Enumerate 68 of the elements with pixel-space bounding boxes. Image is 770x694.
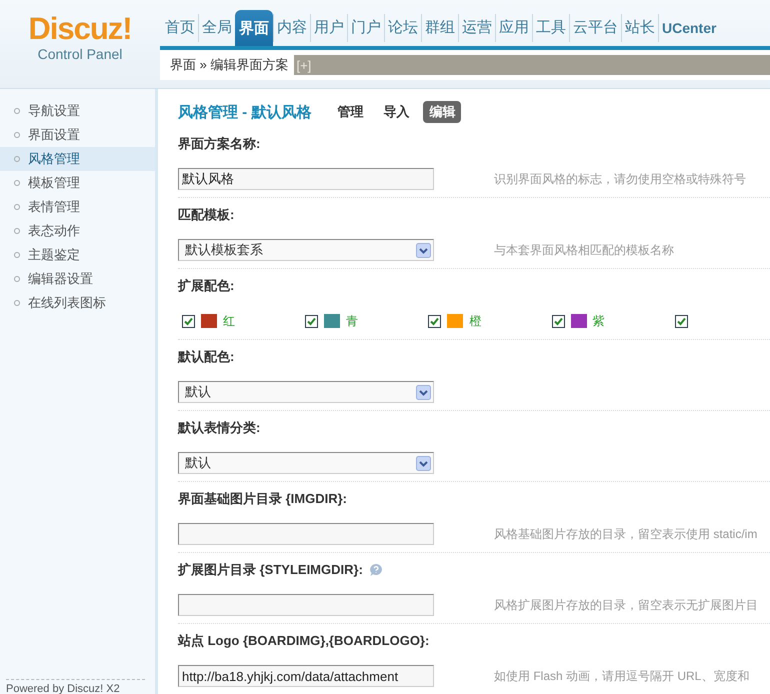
field-label: 扩展图片目录 {STYLEIMGDIR}: [178,561,363,579]
sidebar-item[interactable]: 界面设置 [0,123,155,147]
footer-text: Powered by Discuz! X2 [6,679,145,694]
nav-tab[interactable]: 应用 [495,14,532,42]
checkbox[interactable] [305,314,318,328]
bullet-icon [14,228,20,234]
text-field[interactable] [178,594,434,616]
color-label: 橙 [469,312,482,330]
sidebar-item[interactable]: 风格管理 [0,147,155,171]
checkbox[interactable] [674,314,688,328]
tab[interactable]: 导入 [377,101,416,123]
sidebar-item[interactable]: 模板管理 [0,171,155,195]
color-label: 红 [223,312,235,330]
bullet-icon [14,276,20,282]
tab[interactable]: 编辑 [423,101,462,123]
checkbox[interactable] [552,314,565,328]
sidebar-item[interactable]: 导航设置 [0,99,155,123]
bullet-icon [14,252,20,258]
sidebar-item[interactable]: 编辑器设置 [0,267,155,291]
logo-title: Discuz! [28,12,132,46]
text-field[interactable]: http://ba18.yhjkj.com/data/attachment [178,665,434,687]
nav-tab[interactable]: UCenter [658,14,720,42]
page-title: 风格管理 - 默认风格 [178,102,312,122]
sidebar-item[interactable]: 主题鉴定 [0,243,155,267]
color-label: 青 [346,312,358,330]
field-label: 默认配色: [178,348,234,366]
sidebar-item[interactable]: 表情管理 [0,195,155,219]
bullet-icon [14,156,20,162]
checkbox[interactable] [428,314,442,328]
nav-tab[interactable]: 内容 [273,14,310,42]
field-label: 默认表情分类: [178,419,260,437]
text-field[interactable] [178,523,434,545]
bullet-icon [14,132,20,138]
select-field[interactable]: 默认 [178,381,434,403]
bullet-icon [14,180,20,186]
field-hint: 风格扩展图片存放的目录，留空表示无扩展图片目 [494,596,758,614]
field-label: 扩展配色: [178,277,234,295]
select-field[interactable]: 默认模板套系 [178,239,434,261]
color-label: 紫 [592,312,605,330]
nav-tab[interactable]: 首页 [162,14,198,42]
field-hint: 与本套界面风格相匹配的模板名称 [494,242,674,258]
breadcrumb: 界面 » 编辑界面方案 [170,56,290,74]
field-hint: 识别界面风格的标志，请勿使用空格或特殊符号 [494,170,746,188]
field-hint: 如使用 Flash 动画，请用逗号隔开 URL、宽度和 [494,668,750,684]
field-label: 匹配模板: [178,206,234,224]
bullet-icon [14,204,20,210]
nav-tab[interactable]: 门户 [347,14,384,42]
sidebar-item[interactable]: 表态动作 [0,219,155,243]
sidebar-item[interactable]: 在线列表图标 [0,291,155,315]
nav-tab[interactable]: 论坛 [384,14,421,42]
logo-subtitle: Control Panel [38,46,122,62]
field-label: 界面基础图片目录 {IMGDIR}: [178,490,347,508]
nav-tab[interactable]: 用户 [310,14,347,42]
field-label: 站点 Logo {BOARDIMG},{BOARDLOGO}: [178,632,430,650]
bullet-icon [14,300,20,306]
nav-tab[interactable]: 云平台 [569,14,621,42]
text-field[interactable]: 默认风格 [178,168,434,190]
nav-tab[interactable]: 群组 [421,14,458,42]
field-label: 界面方案名称: [178,135,260,153]
field-hint: 风格基础图片存放的目录，留空表示使用 static/im [494,526,758,542]
nav-tab[interactable]: 界面 [235,10,273,46]
nav-tab[interactable]: 站长 [621,14,658,42]
nav-tab[interactable]: 运营 [458,14,495,42]
select-field[interactable]: 默认 [178,452,434,474]
bullet-icon [14,108,20,114]
nav-tab[interactable]: 工具 [532,14,569,42]
tab[interactable]: 管理 [331,101,370,123]
checkbox[interactable] [182,314,195,328]
